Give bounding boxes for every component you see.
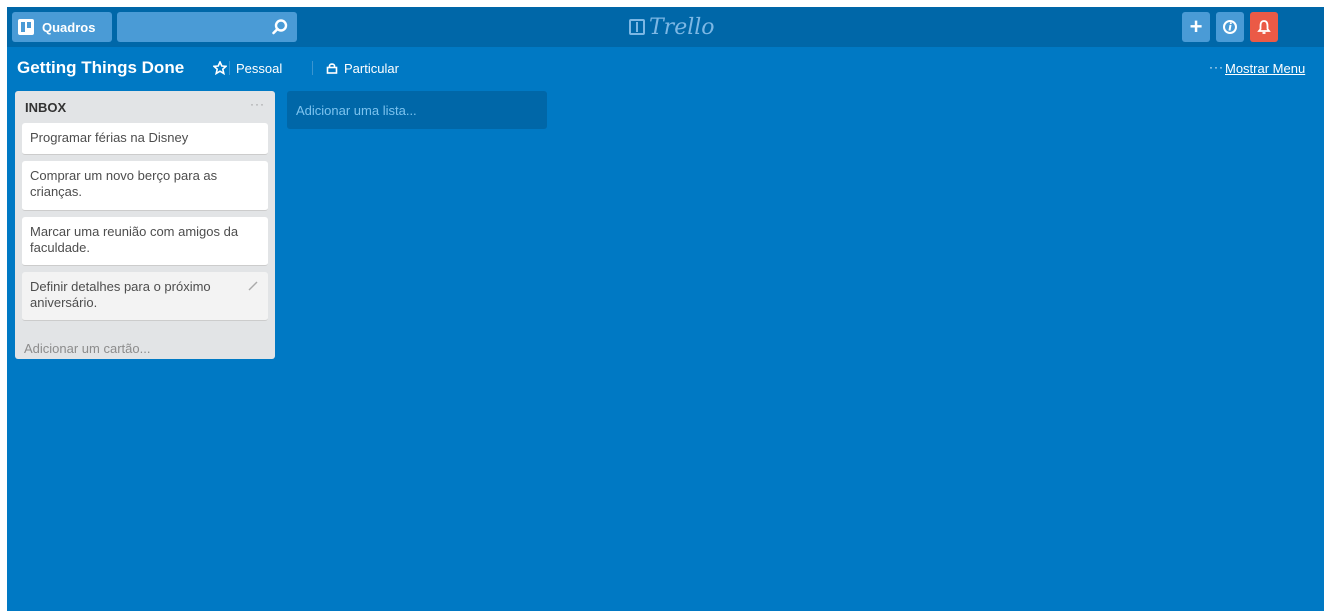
logo-text: Trello bbox=[649, 14, 715, 40]
visibility-link[interactable]: Particular bbox=[344, 61, 399, 76]
list-card[interactable]: Definir detalhes para o próximo aniversá… bbox=[22, 272, 268, 321]
more-icon[interactable]: ··· bbox=[1209, 60, 1224, 74]
board-title[interactable]: Getting Things Done bbox=[17, 58, 184, 78]
trello-board-window: Quadros Trello + Getting Things Done Pes… bbox=[7, 7, 1324, 611]
show-menu-link[interactable]: Mostrar Menu bbox=[1225, 61, 1305, 76]
add-list-button[interactable]: Adicionar uma lista... bbox=[287, 91, 547, 129]
search-icon[interactable] bbox=[271, 18, 289, 36]
trello-logo-icon bbox=[629, 19, 645, 35]
top-header: Quadros Trello + bbox=[7, 7, 1324, 47]
list-title[interactable]: INBOX bbox=[25, 100, 66, 115]
boards-label: Quadros bbox=[42, 19, 96, 35]
divider bbox=[229, 61, 230, 75]
lock-icon bbox=[326, 63, 338, 74]
notifications-button[interactable] bbox=[1250, 12, 1278, 42]
boards-button[interactable]: Quadros bbox=[12, 12, 112, 42]
list-menu-icon[interactable]: ··· bbox=[250, 97, 265, 111]
list-card[interactable]: Comprar um novo berço para as crianças. bbox=[22, 161, 268, 211]
team-link[interactable]: Pessoal bbox=[236, 61, 282, 76]
add-icon: + bbox=[1189, 14, 1203, 39]
search-input[interactable] bbox=[117, 12, 283, 42]
boards-icon bbox=[18, 19, 34, 35]
divider bbox=[312, 61, 313, 75]
card-text: Comprar um novo berço para as crianças. bbox=[30, 168, 218, 199]
add-card-link[interactable]: Adicionar um cartão... bbox=[24, 341, 150, 356]
card-text: Programar férias na Disney bbox=[30, 130, 189, 145]
list-card[interactable]: Programar férias na Disney bbox=[22, 123, 268, 155]
info-button[interactable] bbox=[1216, 12, 1244, 42]
info-icon bbox=[1223, 20, 1237, 34]
trello-logo[interactable]: Trello bbox=[629, 13, 715, 41]
pencil-icon[interactable] bbox=[248, 281, 258, 291]
bell-icon bbox=[1257, 20, 1271, 34]
search-box[interactable] bbox=[117, 12, 297, 42]
card-text: Definir detalhes para o próximo aniversá… bbox=[30, 279, 211, 310]
star-icon[interactable] bbox=[213, 61, 227, 75]
add-button[interactable]: + bbox=[1182, 12, 1210, 42]
list-card[interactable]: Marcar uma reunião com amigos da faculda… bbox=[22, 217, 268, 266]
list-inbox: INBOX ··· Programar férias na Disney Com… bbox=[15, 91, 275, 359]
card-text: Marcar uma reunião com amigos da faculda… bbox=[30, 224, 239, 255]
add-list-label: Adicionar uma lista... bbox=[296, 103, 417, 118]
